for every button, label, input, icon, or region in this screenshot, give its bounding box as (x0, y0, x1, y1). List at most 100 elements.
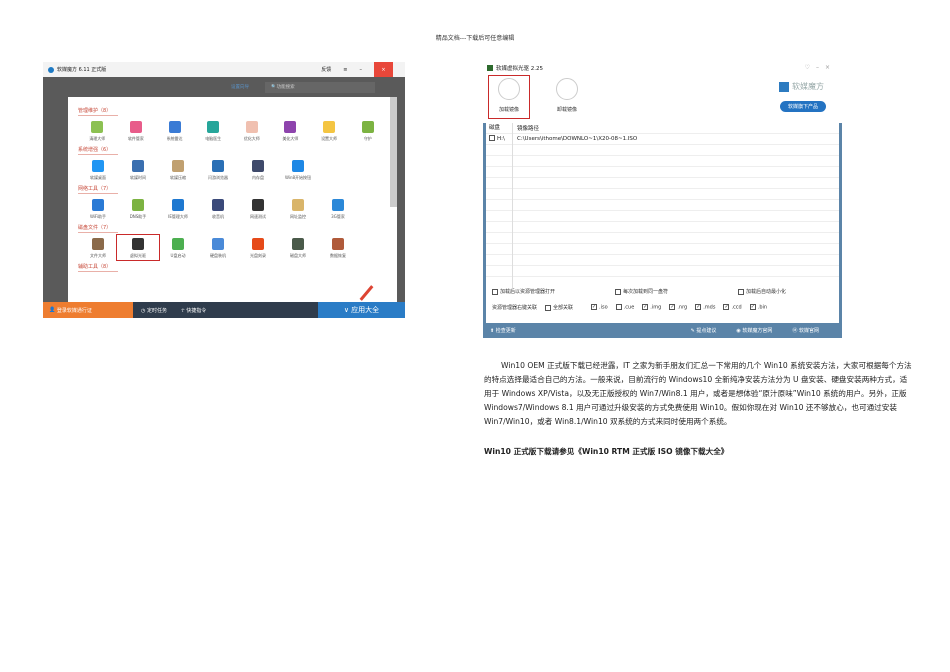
scrollbar[interactable] (390, 97, 397, 207)
tool-icon (245, 121, 258, 133)
tool-item[interactable]: 系统雷达 (155, 119, 194, 142)
tool-item[interactable]: 清理大师 (78, 119, 117, 142)
tool-item[interactable]: 美化大师 (271, 119, 310, 142)
tool-icon (284, 121, 297, 133)
tool-label: 守护 (363, 136, 372, 141)
tool-item[interactable]: 数据恢复 (318, 236, 358, 259)
unload-image-button[interactable]: 卸载镜像 (547, 76, 587, 113)
option-checkbox[interactable]: 每次加载到同一盘符 (615, 288, 730, 295)
tool-item[interactable]: 光盘刻录 (238, 236, 278, 259)
suggest-link[interactable]: ✎ 提点建议 (691, 327, 727, 334)
empty-row (486, 243, 839, 255)
load-label: 加载镜像 (498, 107, 519, 113)
tool-item[interactable]: 优化大师 (233, 119, 272, 142)
paragraph: Win10 OEM 正式版下载已经泄露，IT 之家为新手朋友们汇总一下常用的几个… (484, 361, 912, 426)
all-apps-button[interactable]: ∨ 应用大全 (318, 302, 405, 318)
tool-item[interactable]: 软媒时间 (118, 158, 158, 181)
ext-checkbox[interactable]: ✓ .iso (591, 304, 608, 311)
title-bar: 软媒虚拟光驱 2.25 ♡–× (483, 62, 842, 73)
ext-checkbox[interactable]: ✓ .bin (749, 304, 768, 311)
window-controls[interactable]: ♡–× (805, 64, 836, 71)
brand-logo: 软媒魔方 (779, 81, 824, 92)
login-button[interactable]: 👤 登录软媒通行证 (43, 302, 133, 318)
shortcut-button[interactable]: ☥ 快捷指令 (181, 307, 206, 314)
tool-item[interactable]: 软件管家 (117, 119, 156, 142)
tool-item[interactable]: 设置大师 (310, 119, 349, 142)
option-checkbox[interactable]: 加载后自动最小化 (738, 288, 786, 295)
feedback-link[interactable]: 反馈 (321, 66, 331, 73)
empty-row (486, 254, 839, 266)
cube-icon (779, 81, 789, 92)
tool-icon (91, 121, 104, 133)
empty-row (486, 188, 839, 200)
tool-item[interactable]: 软媒桌面 (78, 158, 118, 181)
tool-item[interactable]: 闪游浏览器 (198, 158, 238, 181)
site1-label: 软媒魔方官网 (742, 328, 773, 334)
tool-icon (323, 121, 336, 133)
tool-label: 电脑医生 (205, 136, 222, 141)
ext-checkbox[interactable]: ✓ .nrg (669, 304, 687, 311)
empty-row (486, 232, 839, 244)
tool-item[interactable]: 收音机 (198, 197, 238, 220)
timer-button[interactable]: ◷ 定时任务 (141, 307, 167, 314)
tool-grid: 软媒桌面 软媒时间 软媒压缩 闪游浏览器 内存盘 Win8开始按钮 (78, 158, 387, 181)
table-row[interactable]: H:\ C:\Users\ithome\DOWNLO~1\X20-08~1.ISO (486, 133, 839, 145)
tool-item[interactable]: WiFi助手 (78, 197, 118, 220)
ext-checkbox[interactable]: ✓ .ccd (723, 304, 742, 311)
empty-row (486, 221, 839, 233)
login-label: 登录软媒通行证 (56, 307, 92, 314)
col-drive: 磁盘 (486, 122, 513, 134)
timer-label: 定时任务 (146, 307, 167, 314)
site2-link[interactable]: Ⓜ 软媒官网 (792, 327, 829, 334)
section-title: 管理维护（8） (78, 107, 118, 116)
products-label: 软媒旗下产品 (787, 104, 818, 110)
row-checkbox[interactable] (489, 135, 495, 141)
site1-link[interactable]: ◉ 软媒魔方官网 (736, 327, 782, 334)
update-label: 检查更新 (495, 328, 516, 334)
toolbar: 加载镜像 卸载镜像 软媒魔方 软媒旗下产品 (483, 73, 842, 123)
check-update-link[interactable]: ⬆ 检查更新 (490, 327, 526, 334)
option-checkbox[interactable]: 加载后以资源管理器打开 (492, 288, 607, 295)
products-button[interactable]: 软媒旗下产品 (779, 101, 826, 112)
tool-item[interactable]: 内存盘 (238, 158, 278, 181)
tool-item[interactable]: 3G管家 (318, 197, 358, 220)
app-title: 软媒虚拟光驱 2.25 (496, 65, 543, 72)
close-button[interactable]: × (374, 62, 393, 77)
tool-item[interactable]: 网址监控 (278, 197, 318, 220)
tool-label: 收音机 (212, 214, 224, 219)
tool-label: WiFi助手 (89, 214, 107, 219)
tool-item[interactable]: 磁盘大师 (278, 236, 318, 259)
tool-label: 数据恢复 (330, 253, 346, 258)
menu-icon[interactable]: ≡ (343, 67, 347, 73)
tool-item[interactable]: U盘启动 (158, 236, 198, 259)
tool-item[interactable]: 软媒压缩 (158, 158, 198, 181)
app-title: 软媒魔方 6.11 正式版 (57, 67, 107, 73)
search-input[interactable]: 🔍 功能搜索 (265, 81, 375, 93)
tool-item[interactable]: IE管理大师 (158, 197, 198, 220)
empty-row (486, 265, 839, 277)
tool-item[interactable]: 硬盘装机 (198, 236, 238, 259)
tool-item[interactable]: 网速测试 (238, 197, 278, 220)
section-title: 系统增强（6） (78, 146, 118, 155)
tool-item[interactable]: 文件大师 (78, 236, 118, 259)
ext-checkbox[interactable]: ✓ .mds (695, 304, 715, 311)
tool-grid: 文件大师 虚拟光驱 U盘启动 硬盘装机 光盘刻录 磁盘大师 数据恢复 (78, 234, 387, 261)
tool-item[interactable]: 电脑医生 (194, 119, 233, 142)
path-cell: C:\Users\ithome\DOWNLO~1\X20-08~1.ISO (517, 136, 638, 142)
empty-row (486, 166, 839, 178)
tool-icon (92, 199, 104, 211)
tool-label: 软媒时间 (130, 175, 146, 180)
wizard-link[interactable]: 设置向导 (231, 84, 249, 90)
ext-label: .bin (757, 304, 768, 311)
tool-item[interactable]: 守护 (348, 119, 387, 142)
tool-item[interactable]: DNS助手 (118, 197, 158, 220)
tool-label: 清理大师 (89, 136, 106, 141)
ext-checkbox[interactable]: .cue (615, 304, 634, 311)
load-image-button[interactable]: 加载镜像 (488, 75, 530, 119)
assoc-all-checkbox[interactable]: 全部关联 (545, 304, 573, 311)
ext-checkbox[interactable]: ✓ .img (642, 304, 661, 311)
tool-item[interactable]: 虚拟光驱 (116, 234, 160, 261)
tool-label: 闪游浏览器 (208, 175, 228, 180)
tool-item[interactable]: Win8开始按钮 (278, 158, 318, 181)
minimize-button[interactable]: – (360, 67, 363, 73)
